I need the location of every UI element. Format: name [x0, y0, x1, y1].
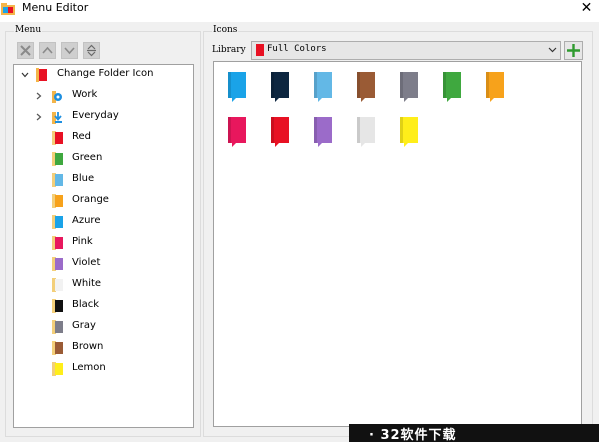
- folder-red-icon: [52, 131, 63, 145]
- tree-item-everyday[interactable]: Everyday: [14, 107, 193, 127]
- folder-white-icon: [52, 278, 63, 292]
- folder-red-icon[interactable]: [271, 117, 289, 147]
- folder-brown-icon[interactable]: [357, 72, 375, 102]
- tree-item-label: Pink: [72, 236, 93, 247]
- tree-item-green[interactable]: Green: [14, 149, 193, 169]
- tree-item-label: Black: [72, 299, 100, 310]
- folder-green-icon[interactable]: [443, 72, 461, 102]
- chevron-right-icon[interactable]: [34, 112, 44, 122]
- tree-item-azure[interactable]: Azure: [14, 212, 193, 232]
- library-select[interactable]: Full Colors: [251, 41, 561, 60]
- tree-item-black[interactable]: Black: [14, 296, 193, 316]
- folder-violet-icon: [52, 257, 63, 271]
- tree-item-work[interactable]: Work: [14, 86, 193, 106]
- move-up-icon: [42, 46, 53, 54]
- library-selected-value: Full Colors: [267, 44, 327, 54]
- reorder-button[interactable]: [83, 42, 100, 59]
- tree-item-label: Red: [72, 131, 91, 142]
- folder-navy-icon[interactable]: [271, 72, 289, 102]
- move-up-button[interactable]: [39, 42, 56, 59]
- tree-item-label: Blue: [72, 173, 95, 184]
- tree-item-blue[interactable]: Blue: [14, 170, 193, 190]
- tree-item-lemon[interactable]: Lemon: [14, 359, 193, 379]
- gear-icon: [52, 91, 62, 103]
- delete-icon: [20, 45, 31, 56]
- icons-group-label: Icons: [212, 25, 239, 35]
- folder-white-icon[interactable]: [357, 117, 375, 147]
- move-down-button[interactable]: [61, 42, 78, 59]
- tree-item-label: White: [72, 278, 102, 289]
- folder-gray-icon[interactable]: [400, 72, 418, 102]
- tree-item-label: Violet: [72, 257, 101, 268]
- delete-button[interactable]: [17, 42, 34, 59]
- tree-root-label: Change Folder Icon: [57, 68, 154, 79]
- reorder-icon: [87, 44, 96, 57]
- folder-lemon-icon: [52, 362, 63, 376]
- tree-item-red[interactable]: Red: [14, 128, 193, 148]
- chevron-down-icon: [548, 47, 557, 53]
- folder-gray-icon: [52, 320, 63, 334]
- chevron-down-icon[interactable]: [20, 70, 30, 80]
- tree-item-pink[interactable]: Pink: [14, 233, 193, 253]
- watermark-text: · 32软件下载: [369, 428, 457, 442]
- plus-icon: [567, 44, 580, 57]
- folder-violet-icon[interactable]: [314, 117, 332, 147]
- folder-pink-icon[interactable]: [228, 117, 246, 147]
- tree-item-label: Orange: [72, 194, 109, 205]
- icons-grid[interactable]: [213, 61, 582, 427]
- library-label: Library: [212, 45, 246, 55]
- move-down-icon: [64, 47, 75, 55]
- window-title: Menu Editor: [22, 1, 89, 14]
- folder-blue-icon: [52, 173, 63, 187]
- folder-orange-icon: [52, 194, 63, 208]
- tree-item-label: Green: [72, 152, 103, 163]
- tree-item-label: Lemon: [72, 362, 106, 373]
- folder-black-icon: [52, 299, 63, 313]
- tree-item-label: Brown: [72, 341, 104, 352]
- library-folder-icon: [256, 44, 264, 56]
- tree-item-label: Azure: [72, 215, 101, 226]
- tree-item-label: Gray: [72, 320, 96, 331]
- folder-green-icon: [52, 152, 63, 166]
- chevron-right-icon[interactable]: [34, 91, 44, 101]
- folder-blue-icon[interactable]: [314, 72, 332, 102]
- tree-item-white[interactable]: White: [14, 275, 193, 295]
- folder-azure-icon: [52, 215, 63, 229]
- folder-azure-icon[interactable]: [228, 72, 246, 102]
- tree-item-label: Everyday: [72, 110, 119, 121]
- menu-tree[interactable]: Change Folder Icon Work Everyday Red Green B…: [13, 64, 194, 428]
- tree-item-label: Work: [72, 89, 98, 100]
- folder-orange-icon[interactable]: [486, 72, 504, 102]
- tree-root-item[interactable]: Change Folder Icon: [14, 65, 193, 85]
- folder-brown-icon: [52, 341, 63, 355]
- folder-pink-icon: [52, 236, 63, 250]
- menu-group-label: Menu: [14, 25, 43, 35]
- folder-icon: [36, 68, 47, 82]
- download-icon: [52, 112, 62, 124]
- tree-item-violet[interactable]: Violet: [14, 254, 193, 274]
- close-button[interactable]: ✕: [574, 0, 599, 18]
- watermark: · 32软件下载: [349, 424, 599, 442]
- tree-item-orange[interactable]: Orange: [14, 191, 193, 211]
- tree-item-gray[interactable]: Gray: [14, 317, 193, 337]
- title-bar: Menu Editor ✕: [0, 0, 599, 22]
- app-icon: [1, 3, 15, 15]
- tree-item-brown[interactable]: Brown: [14, 338, 193, 358]
- add-icon-button[interactable]: [564, 41, 583, 60]
- folder-lemon-icon[interactable]: [400, 117, 418, 147]
